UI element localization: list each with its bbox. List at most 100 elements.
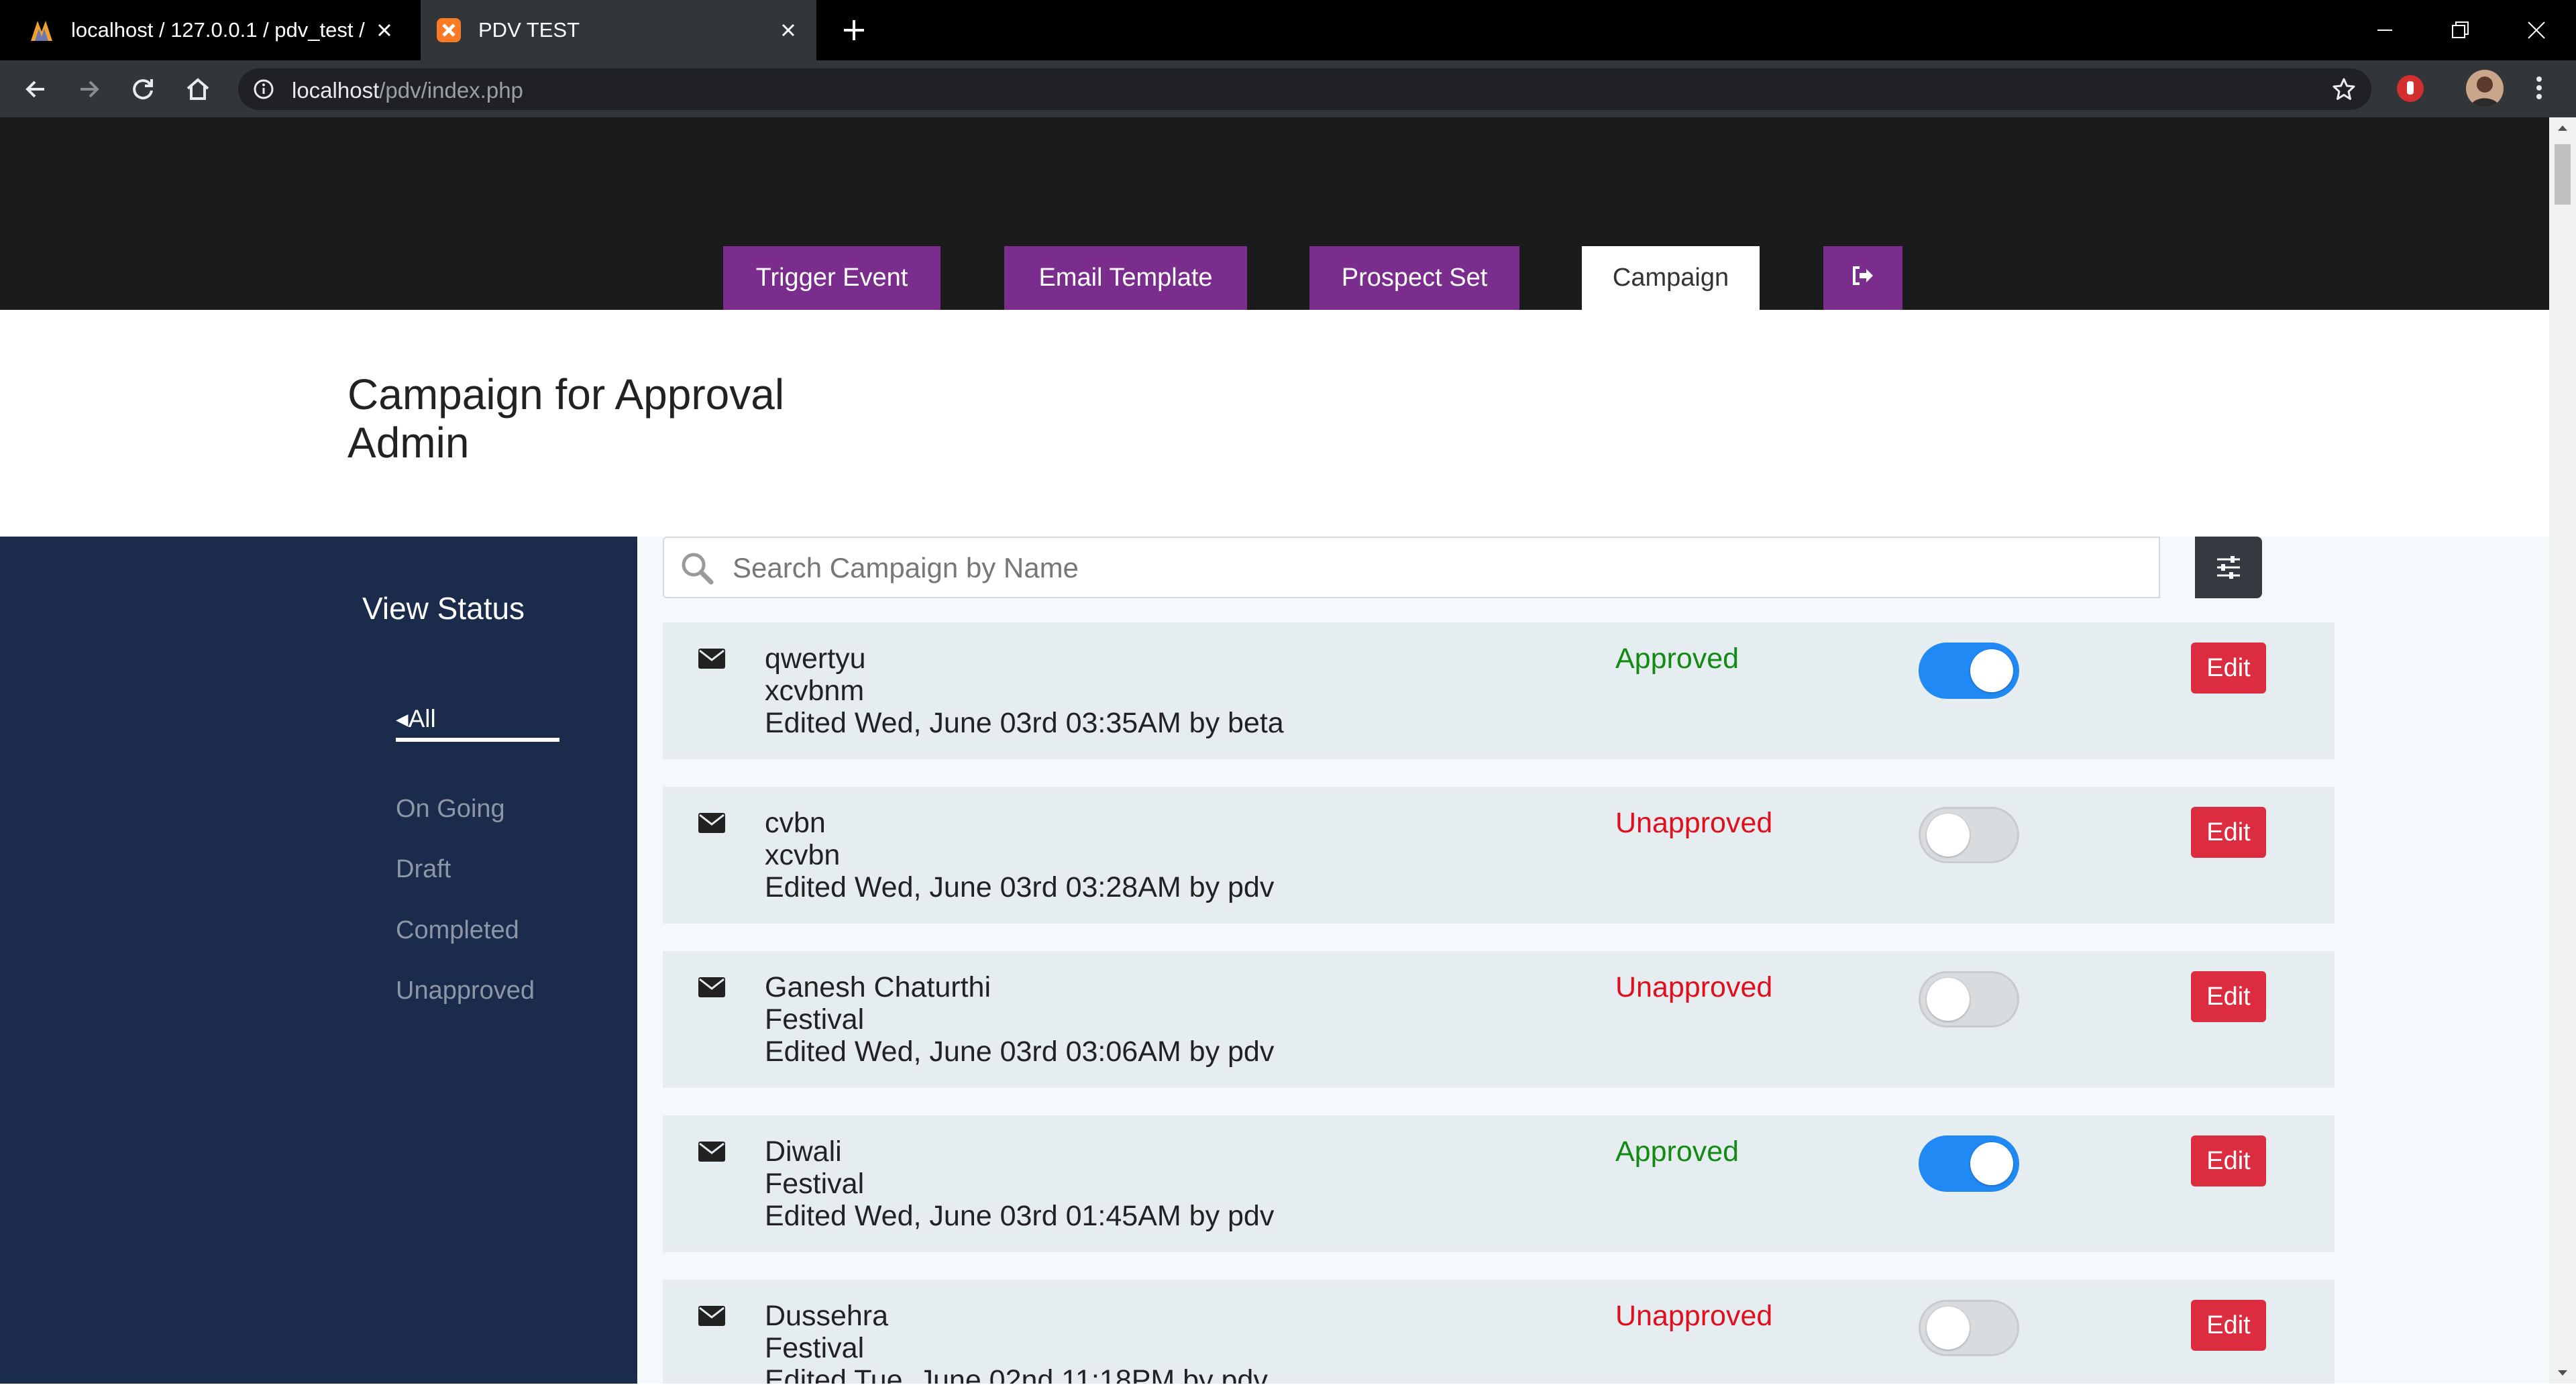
nav-trigger-event[interactable]: Trigger Event (723, 246, 941, 310)
envelope-icon (698, 977, 726, 998)
nav-prospect-set[interactable]: Prospect Set (1309, 246, 1519, 310)
campaign-row: cvbn xcvbn Edited Wed, June 03rd 03:28AM… (663, 787, 2334, 924)
campaign-subject: Festival (765, 1168, 865, 1200)
campaign-name: Diwali (765, 1135, 842, 1168)
search-input[interactable] (731, 547, 2143, 589)
url-text: localhost/pdv/index.php (292, 78, 523, 103)
status-badge: Unapproved (1615, 971, 1773, 1003)
status-badge: Approved (1615, 1135, 1739, 1168)
campaign-subject: xcvbnm (765, 675, 865, 707)
toggle-knob (1970, 649, 2013, 692)
back-icon[interactable] (20, 74, 51, 105)
campaign-edited: Edited Wed, June 03rd 01:45AM by pdv (765, 1200, 1275, 1232)
close-tab-icon[interactable] (775, 17, 802, 44)
page-title-line2: Admin (347, 419, 470, 467)
forward-icon[interactable] (74, 74, 105, 105)
status-sidebar: View Status ◂All On Going Draft Complete… (0, 537, 637, 1384)
edit-button[interactable]: Edit (2191, 643, 2266, 694)
home-icon[interactable] (182, 74, 213, 105)
campaign-row: qwertyu xcvbnm Edited Wed, June 03rd 03:… (663, 622, 2334, 759)
campaign-edited: Edited Wed, June 03rd 03:35AM by beta (765, 707, 1284, 739)
status-badge: Approved (1615, 643, 1739, 675)
envelope-icon (698, 1141, 726, 1162)
filter-draft[interactable]: Draft (396, 855, 451, 884)
site-info-icon[interactable] (253, 78, 274, 100)
envelope-icon (698, 812, 726, 834)
browser-tab-strip: localhost / 127.0.0.1 / pdv_test / ... P… (0, 0, 2576, 60)
search-icon (679, 550, 715, 586)
campaign-row: Ganesh Chaturthi Festival Edited Wed, Ju… (663, 951, 2334, 1088)
scrollbar-thumb[interactable] (2555, 144, 2571, 205)
browser-tab-pdv-test[interactable]: PDV TEST (421, 0, 816, 60)
scroll-down-arrow-icon[interactable] (2549, 1362, 2576, 1384)
filter-completed[interactable]: Completed (396, 916, 519, 945)
logout-button[interactable] (1823, 246, 1902, 310)
toggle-knob (1927, 978, 1970, 1021)
search-box (663, 537, 2160, 598)
nav-campaign[interactable]: Campaign (1582, 246, 1760, 310)
approval-toggle[interactable] (1919, 1135, 2019, 1192)
approval-toggle[interactable] (1919, 807, 2019, 863)
edit-button[interactable]: Edit (2191, 1300, 2266, 1351)
new-tab-icon[interactable] (839, 15, 869, 46)
status-badge: Unapproved (1615, 1300, 1773, 1332)
campaign-edited: Edited Wed, June 03rd 03:28AM by pdv (765, 871, 1275, 903)
page-scrollbar[interactable] (2549, 117, 2576, 1384)
edit-button[interactable]: Edit (2191, 807, 2266, 858)
sidebar-heading: View Status (362, 591, 525, 626)
filter-on-going[interactable]: On Going (396, 795, 505, 824)
campaign-subject: Festival (765, 1332, 865, 1364)
approval-toggle[interactable] (1919, 971, 2019, 1028)
filter-unapproved[interactable]: Unapproved (396, 977, 535, 1005)
campaign-list-area: qwertyu xcvbnm Edited Wed, June 03rd 03:… (637, 537, 2549, 1384)
campaign-name: cvbn (765, 807, 826, 839)
campaign-edited: Edited Wed, June 03rd 03:06AM by pdv (765, 1036, 1275, 1068)
url-host: localhost (292, 78, 380, 103)
browser-tab-title: localhost / 127.0.0.1 / pdv_test / ... (71, 18, 371, 42)
nav-email-template[interactable]: Email Template (1004, 246, 1247, 310)
campaign-row: Dussehra Festival Edited Tue, June 02nd … (663, 1280, 2334, 1384)
edit-button[interactable]: Edit (2191, 971, 2266, 1022)
campaign-subject: Festival (765, 1003, 865, 1036)
close-window-icon[interactable] (2520, 13, 2553, 47)
url-path: /pdv/index.php (379, 78, 523, 103)
browser-tab-title: PDV TEST (478, 18, 580, 42)
scroll-up-arrow-icon[interactable] (2549, 117, 2576, 139)
filter-all-label: All (408, 705, 436, 732)
close-tab-icon[interactable] (371, 17, 398, 44)
page-title: Campaign for Approval Admin (347, 370, 784, 467)
page-viewport: Trigger Event Email Template Prospect Se… (0, 117, 2549, 1384)
status-badge: Unapproved (1615, 807, 1773, 839)
campaign-edited: Edited Tue, June 02nd 11:18PM by pdv (765, 1364, 1268, 1384)
xampp-icon (435, 17, 462, 44)
envelope-icon (698, 1305, 726, 1327)
campaign-name: Ganesh Chaturthi (765, 971, 991, 1003)
campaign-subject: xcvbn (765, 839, 841, 871)
phpmyadmin-icon (28, 17, 55, 44)
app-header: Trigger Event Email Template Prospect Se… (0, 117, 2549, 310)
reload-icon[interactable] (127, 74, 158, 105)
profile-avatar[interactable] (2466, 70, 2504, 107)
filter-all[interactable]: ◂All (396, 704, 436, 733)
campaign-name: qwertyu (765, 643, 866, 675)
caret-left-icon: ◂ (396, 705, 409, 732)
address-bar[interactable]: localhost/pdv/index.php (238, 68, 2371, 110)
approval-toggle[interactable] (1919, 1300, 2019, 1356)
edit-button[interactable]: Edit (2191, 1135, 2266, 1186)
approval-toggle[interactable] (1919, 643, 2019, 699)
minimize-icon[interactable] (2368, 13, 2402, 47)
campaign-name: Dussehra (765, 1300, 889, 1332)
bookmark-star-icon[interactable] (2331, 76, 2357, 102)
campaign-row: Diwali Festival Edited Wed, June 03rd 01… (663, 1115, 2334, 1252)
filter-settings-button[interactable] (2195, 537, 2262, 598)
toggle-knob (1927, 1307, 1970, 1349)
extension-icon[interactable] (2394, 72, 2427, 105)
browser-tab-phpmyadmin[interactable]: localhost / 127.0.0.1 / pdv_test / ... (0, 0, 413, 60)
toggle-knob (1927, 814, 1970, 856)
restore-icon[interactable] (2443, 13, 2477, 47)
browser-toolbar: localhost/pdv/index.php (0, 60, 2576, 117)
active-filter-underline (396, 738, 559, 742)
browser-menu-icon[interactable] (2529, 72, 2549, 103)
page-title-line1: Campaign for Approval (347, 370, 785, 419)
envelope-icon (698, 648, 726, 669)
